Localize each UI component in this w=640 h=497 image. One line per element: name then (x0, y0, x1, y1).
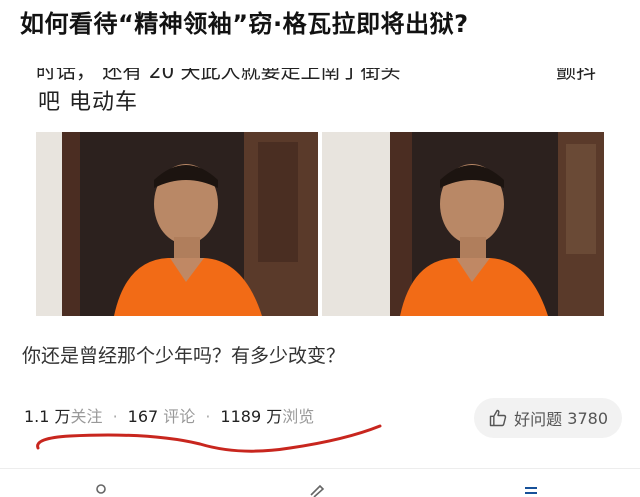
bottom-action-bar (0, 468, 640, 497)
caption-line-1-text: 时话， 还有 20 天此人就要走上南丁街头 (36, 60, 401, 83)
photo-left[interactable] (36, 132, 318, 316)
photo-left-image (36, 132, 318, 316)
follow-stat[interactable]: 1.1 万关注 (24, 407, 103, 426)
image-caption-line-1: 时话， 还有 20 天此人就要走上南丁街头 颤抖 (36, 60, 604, 84)
question-stats: 1.1 万关注 · 167 评论 · 1189 万浏览 (24, 407, 315, 426)
photo-right[interactable] (322, 132, 604, 316)
comment-stat[interactable]: 167 评论 (128, 407, 196, 426)
question-detail-text: 你还是曾经那个少年吗？有多少改变？ (22, 345, 346, 367)
image-caption-line-2: 吧 电动车 (38, 90, 138, 115)
question-media[interactable]: 时话， 还有 20 天此人就要走上南丁街头 颤抖 吧 电动车 (36, 60, 604, 322)
good-question-button[interactable]: 好问题 3780 (474, 398, 622, 438)
good-question-label: 好问题 (514, 410, 563, 429)
caption-line-1-right: 颤抖 (556, 60, 596, 83)
thumbs-up-icon (489, 409, 507, 427)
good-question-count: 3780 (567, 408, 608, 428)
question-title: 如何看待“精神领袖”窃·格瓦拉即将出狱? (20, 10, 469, 38)
photo-right-image (322, 132, 604, 316)
view-stat: 1189 万浏览 (220, 407, 315, 426)
